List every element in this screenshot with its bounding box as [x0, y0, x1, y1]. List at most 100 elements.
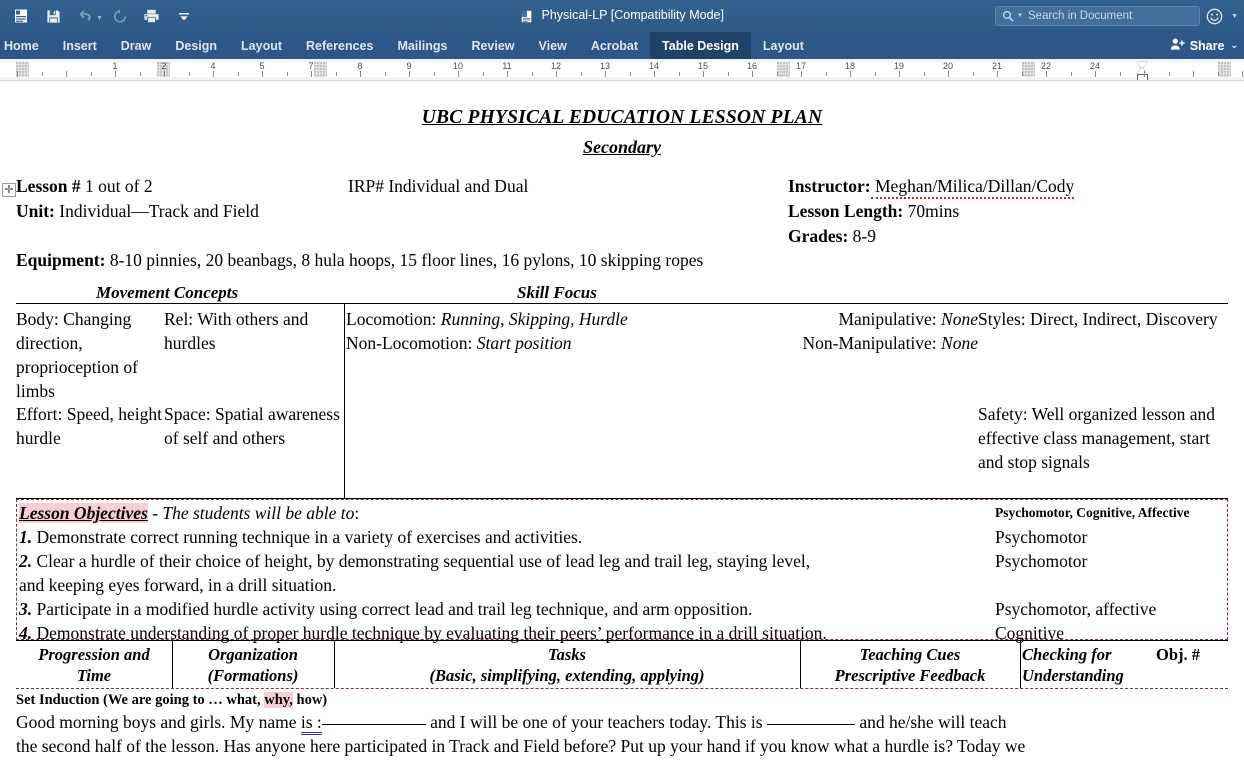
meta-instructor-label: Instructor:	[788, 175, 871, 196]
ruler-num: 12	[550, 61, 562, 71]
cell-manipulative[interactable]: Manipulative: None Non-Manipulative: Non…	[760, 307, 978, 355]
set-induction-line1-c: and he/she will teach	[854, 711, 1007, 732]
ruler-tick	[213, 71, 214, 77]
search-options-caret[interactable]: ▼	[1017, 13, 1023, 19]
cell-rel[interactable]: Rel: With others and hurdles	[164, 307, 342, 355]
ruler-tick	[801, 71, 802, 77]
ruler-tick	[17, 71, 18, 77]
col-label-line2: Time	[76, 665, 112, 685]
ruler-num: 1	[112, 61, 118, 71]
tab-design[interactable]: Design	[163, 32, 229, 59]
progression-table-header[interactable]: Progression and Time Organization (Forma…	[16, 639, 1228, 689]
meta-grades-value: 8-9	[848, 226, 876, 247]
tab-layout[interactable]: Layout	[229, 32, 294, 59]
ruler-tick	[703, 71, 704, 77]
ruler-num: 9	[406, 61, 412, 71]
tab-acrobat[interactable]: Acrobat	[579, 32, 650, 59]
ruler-tick	[1095, 71, 1096, 77]
col-label-line2: Understanding	[1022, 665, 1124, 685]
customize-toolbar-icon[interactable]	[169, 3, 199, 29]
ruler-tick	[531, 72, 533, 76]
objectives-table[interactable]: Lesson Objectives - The students will be…	[16, 498, 1228, 643]
objective-item-2-continued[interactable]: and keeping eyes forward, in a drill sit…	[19, 573, 1225, 597]
tab-review[interactable]: Review	[459, 32, 526, 59]
objectives-heading-colon: :	[354, 502, 360, 523]
tab-label: Draw	[120, 38, 152, 53]
ribbon-collapse-caret[interactable]: ⌄	[1230, 40, 1238, 51]
col-label-line1: Checking for	[1022, 644, 1112, 664]
set-induction-line1-b: and I will be one of your teachers today…	[425, 711, 767, 732]
ruler-tick	[311, 71, 312, 77]
tab-draw[interactable]: Draw	[109, 32, 164, 59]
account-dropdown-caret[interactable]: ▼	[1231, 12, 1238, 20]
meta-unit-label: Unit:	[16, 200, 55, 221]
col-label-line1: Progression and	[38, 644, 150, 664]
concepts-table[interactable]: Body: Changing direction, proprioception…	[16, 302, 1228, 499]
tab-references[interactable]: References	[294, 32, 385, 59]
ruler-tab-hatch-4	[1022, 62, 1035, 77]
tab-table-design[interactable]: Table Design	[650, 32, 751, 59]
share-button[interactable]: Share	[1170, 37, 1224, 54]
new-document-icon[interactable]	[6, 3, 36, 29]
tab-label: Layout	[241, 38, 283, 53]
tab-insert[interactable]: Insert	[51, 32, 109, 59]
cell-styles[interactable]: Styles: Direct, Indirect, Discovery	[978, 307, 1226, 331]
col-objective-number[interactable]: Obj. #	[1156, 644, 1226, 665]
left-indent-marker[interactable]	[1137, 74, 1148, 80]
nonmanipulative-value: None	[936, 332, 978, 353]
undo-dropdown-caret[interactable]: ▼	[96, 14, 103, 22]
set-induction-heading-highlight: why,	[264, 691, 293, 708]
ruler-tick	[825, 72, 827, 76]
locomotion-label: Locomotion:	[346, 308, 437, 329]
meta-length: Lesson Length: 70mins	[788, 199, 1074, 224]
objective-tag-1: Psychomotor	[995, 526, 1088, 547]
col-tasks[interactable]: Tasks (Basic, simplifying, extending, ap…	[334, 644, 800, 686]
col-checking-understanding[interactable]: Checking for Understanding	[1022, 644, 1152, 686]
cell-body[interactable]: Body: Changing direction, proprioception…	[16, 307, 164, 404]
objective-number: 2.	[19, 550, 33, 571]
tab-view[interactable]: View	[527, 32, 579, 59]
objective-number: 3.	[19, 598, 33, 619]
col-label-line1: Tasks	[548, 644, 586, 664]
cell-safety[interactable]: Safety: Well organized lesson and effect…	[978, 402, 1228, 474]
cell-locomotion[interactable]: Locomotion: Running, Skipping, Hurdle No…	[346, 307, 766, 355]
print-icon[interactable]	[137, 3, 167, 29]
title-bar: ▼ Physical-LP [Compatibility Mode] ▼ Sea…	[0, 0, 1244, 32]
search-icon	[1002, 10, 1014, 22]
tab-mailings[interactable]: Mailings	[385, 32, 459, 59]
tab-home[interactable]: Home	[0, 32, 51, 59]
ruler-tick	[1119, 72, 1121, 76]
ruler-tick	[458, 71, 459, 77]
horizontal-ruler[interactable]: 1 2 4 5 7 8 9 10 11 12 13 14 15 16 17 18…	[0, 59, 1244, 81]
ruler-tick	[1144, 71, 1145, 77]
cell-effort[interactable]: Effort: Speed, height hurdle	[16, 402, 164, 450]
col-progression-time[interactable]: Progression and Time	[16, 644, 172, 686]
set-induction-block[interactable]: Set Induction (We are going to … what, w…	[16, 689, 1228, 758]
redo-icon[interactable]	[105, 3, 135, 29]
ruler-tick	[66, 71, 67, 77]
ruler-tick	[580, 72, 582, 76]
set-induction-heading: Set Induction (We are going to … what, w…	[16, 690, 1228, 710]
set-induction-grammar-flag: is :	[300, 711, 322, 735]
ruler-tab-hatch-2	[314, 62, 327, 77]
document-canvas[interactable]: ✛ UBC PHYSICAL EDUCATION LESSON PLAN Sec…	[0, 81, 1244, 768]
tab-label: Acrobat	[590, 38, 639, 53]
ruler-tick	[90, 72, 92, 76]
ruler-tick	[1046, 71, 1047, 77]
ruler-tick	[654, 71, 655, 77]
meta-irp: IRP# Individual and Dual	[348, 174, 528, 199]
col-organization[interactable]: Organization (Formations)	[172, 644, 334, 686]
save-icon[interactable]	[38, 3, 68, 29]
objective-text: Demonstrate correct running technique in…	[32, 526, 583, 547]
cell-space[interactable]: Space: Spatial awareness of self and oth…	[164, 402, 342, 450]
skill-focus-header: Skill Focus	[517, 282, 597, 302]
col-teaching-cues[interactable]: Teaching Cues Prescriptive Feedback	[800, 644, 1020, 686]
search-input[interactable]: ▼ Search in Document	[995, 6, 1201, 26]
meta-irp-value: Individual and Dual	[383, 175, 529, 196]
ruler-tick	[335, 72, 337, 76]
locomotion-line: Locomotion: Running, Skipping, Hurdle	[346, 307, 766, 331]
meta-instructor-value: Meghan/Milica/Dillan/Cody	[870, 175, 1075, 199]
hanging-indent-marker[interactable]	[1137, 67, 1147, 74]
smiley-face-icon[interactable]	[1206, 8, 1223, 25]
tab-table-layout[interactable]: Layout	[751, 32, 816, 59]
